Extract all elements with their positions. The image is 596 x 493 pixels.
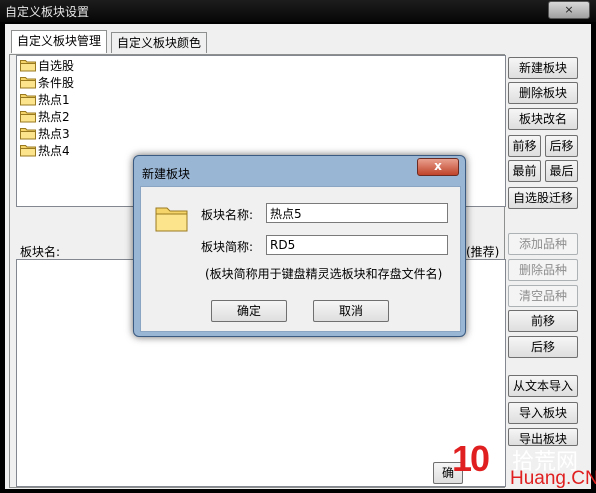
title-bar: 自定义板块设置 × (0, 0, 596, 22)
folder-icon (20, 111, 36, 123)
block-name-input[interactable] (266, 203, 448, 223)
dialog-note: (板块简称用于键盘精灵选板块和存盘文件名) (205, 267, 443, 281)
tab-block-colors[interactable]: 自定义板块颜色 (111, 32, 208, 53)
dialog-cancel-button[interactable]: 取消 (313, 300, 389, 322)
delete-item-button[interactable]: 删除品种 (508, 259, 578, 281)
dialog-title: 新建板块 (142, 167, 191, 181)
folder-icon (20, 128, 36, 140)
block-short-input[interactable] (266, 235, 448, 255)
folder-icon (20, 77, 36, 89)
import-text-button[interactable]: 从文本导入 (508, 375, 578, 397)
clear-items-button[interactable]: 清空品种 (508, 285, 578, 307)
list-item-label: 热点3 (38, 127, 70, 141)
block-short-field-label: 板块简称: (201, 240, 254, 254)
recommend-label: (推荐) (466, 245, 500, 259)
delete-block-button[interactable]: 删除板块 (508, 82, 578, 104)
folder-icon (20, 60, 36, 72)
move-last-button[interactable]: 最后 (545, 160, 578, 182)
list-item[interactable]: 热点1 (20, 92, 70, 108)
add-item-button[interactable]: 添加品种 (508, 233, 578, 255)
folder-icon (20, 145, 36, 157)
list-item-label: 热点4 (38, 144, 70, 158)
folder-icon (20, 94, 36, 106)
block-name-label: 板块名: (20, 245, 61, 259)
list-item-label: 热点1 (38, 93, 70, 107)
dialog-body: 板块名称: 板块简称: (板块简称用于键盘精灵选板块和存盘文件名) 确定 取消 (140, 186, 461, 332)
list-item[interactable]: 热点4 (20, 143, 70, 159)
watermark-number: 10 (452, 438, 490, 479)
tab-block-management[interactable]: 自定义板块管理 (11, 30, 108, 53)
item-move-down-button[interactable]: 后移 (508, 336, 578, 358)
list-item-label: 自选股 (38, 59, 75, 73)
rename-block-button[interactable]: 板块改名 (508, 108, 578, 130)
move-up-button[interactable]: 前移 (508, 135, 541, 157)
list-item[interactable]: 热点2 (20, 109, 70, 125)
dialog-ok-button[interactable]: 确定 (211, 300, 287, 322)
folder-icon (155, 207, 188, 232)
import-block-button[interactable]: 导入板块 (508, 402, 578, 424)
migrate-watchlist-button[interactable]: 自选股迁移 (508, 187, 578, 209)
list-item[interactable]: 条件股 (20, 75, 74, 91)
list-item[interactable]: 自选股 (20, 58, 74, 74)
new-block-dialog: 新建板块 x 板块名称: 板块简称: (板块简称用于键盘精灵选板块和存盘文件名)… (133, 155, 466, 337)
list-item[interactable]: 热点3 (20, 126, 70, 142)
list-item-label: 热点2 (38, 110, 70, 124)
watermark-logo: 10 拾荒网 Huang.CN (452, 438, 596, 493)
list-item-label: 条件股 (38, 76, 75, 90)
window-close-button[interactable]: × (548, 1, 590, 19)
dialog-close-button[interactable]: x (417, 158, 459, 176)
new-block-button[interactable]: 新建板块 (508, 57, 578, 79)
window-title: 自定义板块设置 (5, 5, 90, 19)
block-name-field-label: 板块名称: (201, 208, 254, 222)
watermark-en: Huang.CN (510, 468, 596, 489)
item-move-up-button[interactable]: 前移 (508, 310, 578, 332)
move-down-button[interactable]: 后移 (545, 135, 578, 157)
move-first-button[interactable]: 最前 (508, 160, 541, 182)
